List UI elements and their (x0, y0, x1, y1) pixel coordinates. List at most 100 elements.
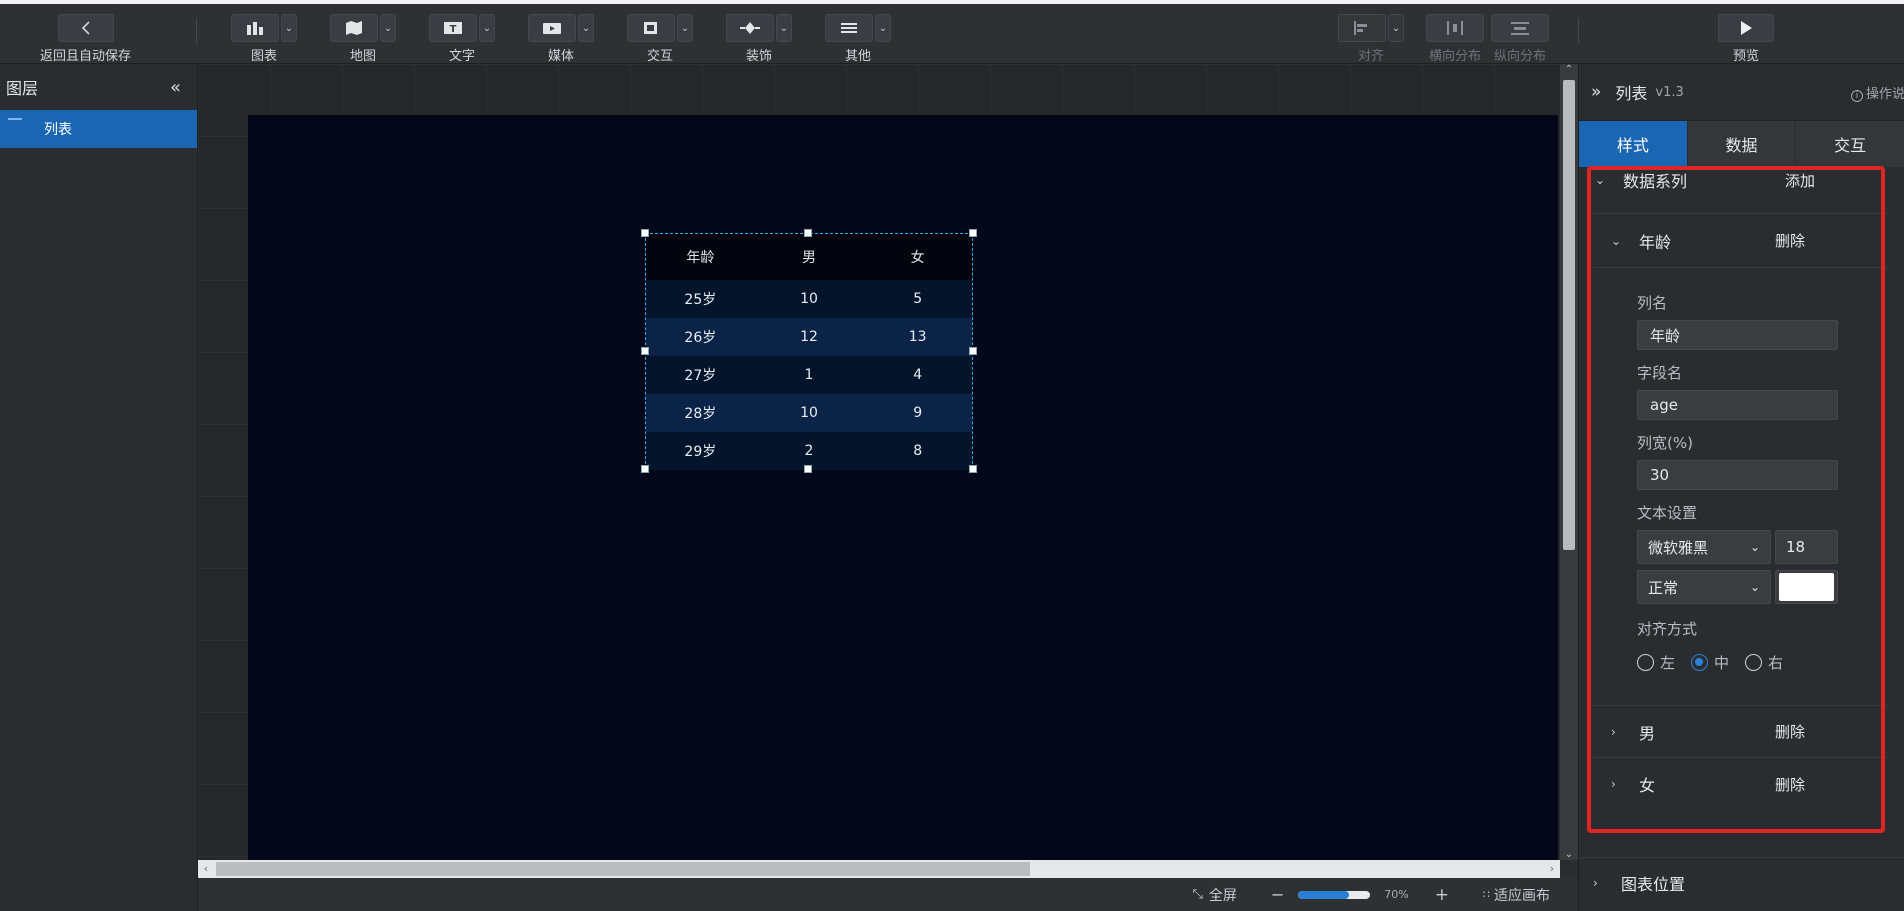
screen-canvas[interactable] (248, 115, 1558, 860)
table-cell: 1 (804, 367, 814, 383)
chevron-down-icon[interactable]: ⌄ (776, 14, 792, 42)
resize-handle[interactable] (804, 465, 812, 473)
chevron-left-icon[interactable]: ‹ (198, 860, 214, 878)
canvas-area[interactable] (198, 64, 1560, 880)
back-button[interactable]: 返回且自动保存 (40, 14, 131, 64)
table-row: 28岁 10 9 (646, 394, 972, 432)
field-name-input[interactable]: age (1637, 390, 1838, 420)
align-center-radio[interactable]: 中 (1691, 652, 1729, 673)
text-color-picker[interactable] (1775, 570, 1838, 604)
chevron-down-icon[interactable]: ⌄ (1388, 14, 1404, 42)
table-cell: 4 (913, 367, 923, 383)
font-weight-value: 正常 (1648, 578, 1679, 597)
fullscreen-button[interactable]: ⤡ 全屏 (1192, 885, 1236, 905)
add-series-button[interactable]: 添加 (1785, 170, 1815, 191)
vertical-scrollbar[interactable]: ⌃ ⌄ (1560, 64, 1578, 860)
font-size-input[interactable]: 18 (1775, 530, 1838, 564)
zoom-slider[interactable] (1298, 890, 1371, 899)
chevron-right-icon[interactable]: › (1544, 860, 1560, 878)
config-panel: » 列表 v1.3 i操作说明 样式 数据 交互 ⌄ 数据系列 添加 ⌄ (1578, 64, 1904, 911)
collapse-icon[interactable]: « (170, 77, 181, 98)
media-icon (528, 14, 576, 42)
table-cell: 26岁 (684, 330, 717, 346)
align-left-icon (1338, 14, 1386, 42)
font-weight-select[interactable]: 正常 ⌄ (1637, 570, 1771, 604)
resize-handle[interactable] (969, 347, 977, 355)
chevron-right-icon: › (1593, 876, 1598, 890)
help-link[interactable]: i操作说明 (1850, 83, 1904, 102)
svg-text:T: T (450, 24, 457, 35)
layer-item[interactable]: 列表 (0, 110, 197, 148)
column-form: 列名 年龄 字段名 age 列宽(%) 30 文本设置 微软雅黑 ⌄ 18 正常… (1593, 268, 1889, 706)
chevron-down-icon[interactable]: ⌄ (281, 14, 297, 42)
delete-column-button[interactable]: 删除 (1775, 774, 1805, 795)
resize-handle[interactable] (969, 465, 977, 473)
table-widget[interactable]: 年龄 男 女 25岁 10 5 26岁 12 13 27岁 1 4 28岁 10… (645, 233, 973, 470)
chevron-down-icon[interactable]: ⌄ (380, 14, 396, 42)
tool-decoration[interactable]: ⌄ 装饰 (726, 14, 792, 64)
chevron-right-icon: › (1611, 724, 1616, 739)
panel-tabs: 样式 数据 交互 (1579, 121, 1904, 167)
chart-icon (231, 14, 279, 42)
chevron-up-icon[interactable]: ⌃ (1560, 64, 1578, 75)
preview-button[interactable]: 预览 (1718, 14, 1774, 64)
column-header-male[interactable]: › 男 删除 (1593, 706, 1889, 758)
layer-item-label: 列表 (44, 122, 72, 138)
scroll-thumb[interactable] (216, 862, 1030, 876)
chevron-down-icon[interactable]: ⌄ (578, 14, 594, 42)
expand-icon[interactable]: » (1591, 82, 1601, 102)
zoom-in-icon[interactable]: + (1435, 885, 1449, 905)
tool-interact[interactable]: ⌄ 交互 (627, 14, 693, 64)
column-header-female[interactable]: › 女 删除 (1593, 758, 1889, 810)
table-cell: 12 (800, 329, 818, 345)
column-name-input[interactable]: 年龄 (1637, 320, 1838, 350)
table-cell: 27岁 (684, 368, 717, 384)
vdist-button[interactable]: 纵向分布 (1491, 14, 1549, 64)
tool-other[interactable]: ⌄ 其他 (825, 14, 891, 64)
tool-map[interactable]: ⌄ 地图 (330, 14, 396, 64)
horizontal-scrollbar[interactable]: ‹ › (198, 860, 1560, 878)
radio-label: 中 (1714, 654, 1730, 672)
position-section-header[interactable]: › 图表位置 (1579, 857, 1904, 909)
tool-text[interactable]: T ⌄ 文字 (429, 14, 495, 64)
resize-handle[interactable] (804, 229, 812, 237)
scroll-thumb[interactable] (1563, 80, 1575, 550)
text-icon: T (429, 14, 477, 42)
chevron-down-icon[interactable]: ⌄ (1560, 849, 1578, 860)
font-family-select[interactable]: 微软雅黑 ⌄ (1637, 530, 1771, 564)
tool-label: 交互 (646, 49, 673, 64)
series-section-header[interactable]: ⌄ 数据系列 添加 (1593, 167, 1889, 193)
chevron-down-icon[interactable]: ⌄ (677, 14, 693, 42)
tool-media[interactable]: ⌄ 媒体 (528, 14, 594, 64)
fit-canvas-icon: ∷ (1483, 888, 1490, 901)
table-cell: 5 (913, 291, 923, 307)
panel-scroll-body[interactable]: ⌄ 数据系列 添加 ⌄ 年龄 删除 列名 年龄 字段名 age 列宽(%) 30 (1579, 167, 1904, 911)
tab-interaction[interactable]: 交互 (1796, 121, 1904, 167)
fit-canvas-button[interactable]: ∷ 适应画布 (1483, 885, 1550, 905)
column-header-age[interactable]: ⌄ 年龄 删除 (1593, 214, 1889, 268)
chevron-down-icon[interactable]: ⌄ (875, 14, 891, 42)
resize-handle[interactable] (641, 229, 649, 237)
resize-handle[interactable] (969, 229, 977, 237)
chevron-down-icon[interactable]: ⌄ (479, 14, 495, 42)
divider (196, 18, 197, 44)
tool-label: 图表 (250, 49, 277, 64)
chevron-down-icon: ⌄ (1611, 233, 1622, 248)
align-right-radio[interactable]: 右 (1745, 652, 1783, 673)
hdist-button[interactable]: 横向分布 (1426, 14, 1484, 64)
delete-column-button[interactable]: 删除 (1775, 721, 1805, 742)
tab-style[interactable]: 样式 (1579, 121, 1688, 167)
back-arrow-icon (57, 14, 114, 42)
zoom-out-icon[interactable]: − (1271, 885, 1284, 904)
series-section-title: 数据系列 (1623, 172, 1688, 191)
align-left-radio[interactable]: 左 (1637, 652, 1675, 673)
delete-column-button[interactable]: 删除 (1775, 230, 1805, 251)
tool-chart[interactable]: ⌄ 图表 (231, 14, 297, 64)
align-button[interactable]: ⌄ 对齐 (1338, 14, 1404, 64)
resize-handle[interactable] (641, 465, 649, 473)
tab-data[interactable]: 数据 (1687, 121, 1797, 167)
table-cell: 13 (908, 329, 927, 345)
tool-label: 横向分布 (1428, 49, 1481, 64)
column-width-input[interactable]: 30 (1637, 460, 1838, 490)
resize-handle[interactable] (641, 347, 649, 355)
